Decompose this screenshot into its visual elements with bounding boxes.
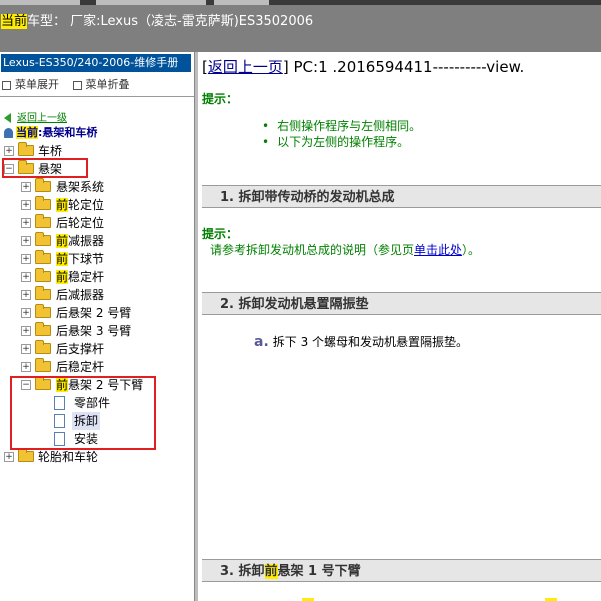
tip-label: 提示： bbox=[202, 92, 239, 106]
click-here-link[interactable]: 单击此处 bbox=[414, 243, 462, 257]
folder-icon bbox=[35, 286, 51, 300]
tree-item[interactable]: + 后减振器 bbox=[0, 286, 194, 304]
tree-item[interactable]: + 后支撑杆 bbox=[0, 340, 194, 358]
expand-toggle-icon[interactable]: + bbox=[21, 200, 31, 210]
back-arrow-icon bbox=[4, 113, 11, 123]
folder-icon bbox=[35, 340, 51, 354]
back-up-link[interactable]: 返回上一级 bbox=[4, 109, 67, 124]
tree-item[interactable]: + 前下球节 bbox=[0, 250, 194, 268]
folder-icon bbox=[35, 358, 51, 372]
folder-icon bbox=[35, 250, 51, 264]
tree-item-tires-wheels[interactable]: + 轮胎和车轮 bbox=[0, 448, 194, 466]
expand-toggle-icon[interactable]: + bbox=[21, 272, 31, 282]
back-page-link[interactable]: 返回上一页 bbox=[208, 58, 283, 76]
expand-toggle-icon[interactable]: + bbox=[21, 236, 31, 246]
content-pane: [返回上一页] PC:1 .2016594411----------view. … bbox=[198, 52, 601, 601]
tip-list: 右侧操作程序与左侧相同。 以下为左侧的操作程序。 bbox=[262, 118, 421, 150]
current-location: 当前:悬架和车桥 bbox=[4, 124, 97, 140]
list-item: 右侧操作程序与左侧相同。 bbox=[262, 118, 421, 134]
tree-item[interactable]: + 悬架系统 bbox=[0, 178, 194, 196]
folder-icon bbox=[35, 322, 51, 336]
section-header: 2. 拆卸发动机悬置隔振垫 bbox=[202, 292, 601, 315]
expand-toggle-icon[interactable]: + bbox=[21, 344, 31, 354]
vehicle-title: 当前车型： 厂家:Lexus（凌志-雷克萨斯)ES3502006 bbox=[1, 14, 314, 29]
expand-toggle-icon[interactable]: + bbox=[21, 254, 31, 264]
page-headline: [返回上一页] PC:1 .2016594411----------view. bbox=[202, 58, 525, 76]
folder-icon bbox=[35, 232, 51, 246]
expand-toggle-icon[interactable]: + bbox=[21, 218, 31, 228]
expand-toggle-icon[interactable]: + bbox=[21, 182, 31, 192]
reference-note: 请参考拆卸发动机总成的说明（参见页单击此处）。 bbox=[210, 243, 481, 257]
tree-item[interactable]: + 后稳定杆 bbox=[0, 358, 194, 376]
collapse-icon bbox=[72, 80, 82, 90]
sidebar: Lexus-ES350/240-2006-维修手册 菜单展开 菜单折叠 返回上一… bbox=[0, 52, 194, 601]
highlight-box bbox=[2, 158, 88, 178]
expand-toggle-icon[interactable]: + bbox=[21, 326, 31, 336]
expand-toggle-icon[interactable]: + bbox=[21, 290, 31, 300]
expand-toggle-icon[interactable]: + bbox=[4, 146, 14, 156]
folder-icon bbox=[35, 304, 51, 318]
step-item: a. 拆下 3 个螺母和发动机悬置隔振垫。 bbox=[254, 334, 469, 350]
tree-item[interactable]: + 后悬架 3 号臂 bbox=[0, 322, 194, 340]
top-header: 当前车型： 厂家:Lexus（凌志-雷克萨斯)ES3502006 bbox=[0, 0, 601, 52]
expand-toggle-icon[interactable]: + bbox=[21, 362, 31, 372]
folder-icon bbox=[18, 142, 34, 156]
menu-controls: 菜单展开 菜单折叠 bbox=[2, 76, 140, 92]
list-item: 以下为左侧的操作程序。 bbox=[262, 134, 421, 150]
location-icon bbox=[4, 128, 13, 138]
tree-item[interactable]: + 后悬架 2 号臂 bbox=[0, 304, 194, 322]
folder-icon bbox=[35, 214, 51, 228]
folder-icon bbox=[35, 268, 51, 282]
highlight-box bbox=[10, 376, 156, 450]
section-header: 3. 拆卸前悬架 1 号下臂 bbox=[202, 559, 601, 582]
folder-icon bbox=[35, 196, 51, 210]
tip-label: 提示： bbox=[202, 227, 239, 241]
collapse-menu-button[interactable]: 菜单折叠 bbox=[72, 78, 130, 91]
expand-toggle-icon[interactable]: + bbox=[4, 452, 14, 462]
expand-toggle-icon[interactable]: + bbox=[21, 308, 31, 318]
tree-item[interactable]: + 后轮定位 bbox=[0, 214, 194, 232]
folder-icon bbox=[18, 448, 34, 462]
folder-icon bbox=[35, 178, 51, 192]
window-tab-strip bbox=[0, 0, 601, 5]
manual-title: Lexus-ES350/240-2006-维修手册 bbox=[1, 54, 191, 72]
section-header: 1. 拆卸带传动桥的发动机总成 bbox=[202, 185, 601, 208]
divider bbox=[0, 96, 194, 97]
expand-menu-button[interactable]: 菜单展开 bbox=[2, 78, 59, 91]
tree-item[interactable]: + 前减振器 bbox=[0, 232, 194, 250]
tree-item[interactable]: + 前轮定位 bbox=[0, 196, 194, 214]
expand-icon bbox=[2, 80, 11, 90]
tree-item[interactable]: + 前稳定杆 bbox=[0, 268, 194, 286]
